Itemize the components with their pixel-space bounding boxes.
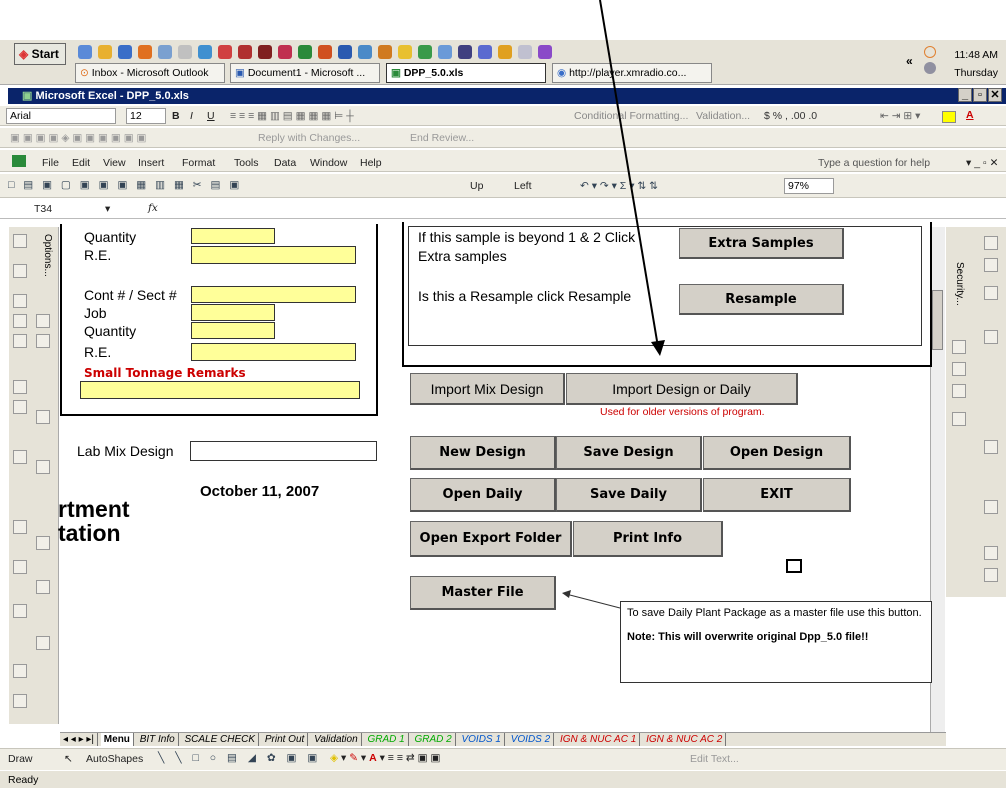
annotation-arrows [562,0,665,609]
draw-menu[interactable]: Draw [8,753,33,765]
sheet-nav-buttons[interactable]: ◂ ◂ ▸ ▸| [60,733,99,746]
drawing-toolbar [0,748,1006,770]
sheet-tab[interactable]: SCALE CHECK [181,733,260,746]
callout-arrowhead [562,590,571,598]
sheet-tab[interactable]: GRAD 1 [364,733,409,746]
callout-leader [565,593,621,609]
sheet-tab[interactable]: Print Out [262,733,309,746]
color-tools[interactable]: ◈ ▾ ✎ ▾ A ▾ ≡ ≡ ⇄ ▣ ▣ [330,752,440,764]
sheet-tab[interactable]: VOIDS 1 [458,733,505,746]
arrowhead [651,340,665,356]
sheet-tab[interactable]: IGN & NUC AC 2 [643,733,727,746]
shape-tools[interactable]: ╲ ╲ □ ○ ▤ ◢ ✿ ▣ ▣ [158,752,321,764]
autoshapes-menu[interactable]: AutoShapes [86,753,143,765]
edit-text-button[interactable]: Edit Text... [690,753,739,765]
sheet-tab[interactable]: IGN & NUC AC 1 [557,733,641,746]
sheet-tab[interactable]: BIT Info [137,733,179,746]
sheet-tab[interactable]: Validation [311,733,362,746]
status-text: Ready [8,774,39,786]
select-objects-icon[interactable]: ↖ [64,753,73,765]
sheet-tab[interactable]: GRAD 2 [411,733,456,746]
sheet-tab[interactable]: VOIDS 2 [508,733,555,746]
sheet-tab[interactable]: Menu [100,733,134,746]
status-bar: Ready [0,771,1006,788]
sheet-tabs-bar: ◂ ◂ ▸ ▸| Menu BIT Info SCALE CHECK Print… [60,732,946,746]
arrow-line [599,0,659,348]
